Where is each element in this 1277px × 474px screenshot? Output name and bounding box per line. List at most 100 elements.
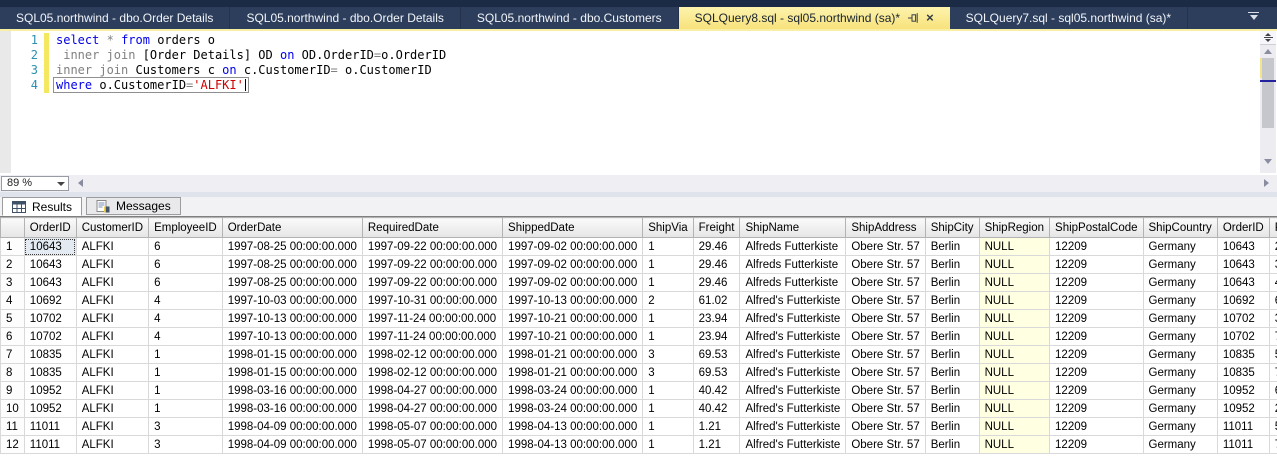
grid-cell[interactable]: Alfreds Futterkiste bbox=[739, 255, 847, 274]
grid-cell[interactable]: ALFKI bbox=[75, 417, 150, 436]
grid-cell[interactable]: Germany bbox=[1142, 309, 1218, 328]
column-header-orderid[interactable]: OrderID bbox=[1216, 217, 1270, 238]
document-tab-3[interactable]: SQLQuery8.sql - sql05.northwind (sa)* × bbox=[678, 7, 950, 29]
grid-cell[interactable]: 10692 bbox=[23, 291, 77, 310]
grid-cell[interactable]: ALFKI bbox=[75, 237, 150, 256]
column-header-shipvia[interactable]: ShipVia bbox=[642, 217, 694, 238]
grid-cell[interactable]: Germany bbox=[1142, 327, 1218, 346]
grid-cell[interactable]: Germany bbox=[1142, 417, 1218, 436]
grid-cell[interactable]: 1997-10-13 00:00:00.000 bbox=[502, 291, 644, 310]
grid-cell[interactable]: 23.94 bbox=[692, 327, 741, 346]
grid-cell[interactable]: Berlin bbox=[924, 327, 980, 346]
grid-cell[interactable]: 10952 bbox=[23, 399, 77, 418]
grid-cell[interactable]: 1998-04-13 00:00:00.000 bbox=[502, 417, 644, 436]
grid-cell[interactable]: 10643 bbox=[23, 237, 77, 256]
grid-cell[interactable]: Germany bbox=[1142, 363, 1218, 382]
grid-cell[interactable]: Alfred's Futterkiste bbox=[739, 381, 847, 400]
grid-cell[interactable]: 2 bbox=[1268, 399, 1277, 418]
column-header-employeeid[interactable]: EmployeeID bbox=[148, 217, 223, 238]
grid-cell[interactable]: 1998-01-21 00:00:00.000 bbox=[502, 345, 644, 364]
grid-cell[interactable]: 2 bbox=[1268, 237, 1277, 256]
grid-cell[interactable]: Alfred's Futterkiste bbox=[739, 309, 847, 328]
grid-cell[interactable]: 4 bbox=[148, 309, 223, 328]
document-tab-0[interactable]: SQL05.northwind - dbo.Order Details bbox=[0, 7, 231, 29]
grid-cell[interactable]: 11011 bbox=[1216, 435, 1270, 454]
grid-cell[interactable]: 1 bbox=[642, 381, 694, 400]
grid-cell[interactable]: 3 bbox=[148, 435, 223, 454]
grid-cell[interactable]: 1 bbox=[642, 255, 694, 274]
grid-cell[interactable]: 1997-08-25 00:00:00.000 bbox=[221, 237, 363, 256]
grid-cell[interactable]: 10702 bbox=[1216, 327, 1270, 346]
grid-cell[interactable]: 1 bbox=[148, 381, 223, 400]
grid-cell[interactable]: NULL bbox=[978, 237, 1051, 256]
row-header[interactable]: 6 bbox=[0, 327, 25, 346]
editor-horizontal-scrollbar[interactable]: 89 % bbox=[0, 175, 1277, 192]
grid-cell[interactable]: ALFKI bbox=[75, 309, 150, 328]
row-header[interactable]: 10 bbox=[0, 399, 25, 418]
grid-cell[interactable]: 1.21 bbox=[692, 435, 741, 454]
grid-corner-header[interactable] bbox=[0, 217, 25, 238]
row-header[interactable]: 5 bbox=[0, 309, 25, 328]
grid-cell[interactable]: 1998-02-12 00:00:00.000 bbox=[361, 363, 504, 382]
zoom-level-select[interactable]: 89 % bbox=[1, 176, 69, 191]
grid-cell[interactable]: NULL bbox=[978, 327, 1051, 346]
grid-cell[interactable]: 10692 bbox=[1216, 291, 1270, 310]
grid-cell[interactable]: NULL bbox=[978, 309, 1051, 328]
column-header-shippeddate[interactable]: ShippedDate bbox=[502, 217, 644, 238]
grid-cell[interactable]: 1998-04-13 00:00:00.000 bbox=[502, 435, 644, 454]
grid-cell[interactable]: 29.46 bbox=[692, 255, 741, 274]
grid-cell[interactable]: 1997-09-22 00:00:00.000 bbox=[361, 273, 504, 292]
grid-cell[interactable]: 1997-09-02 00:00:00.000 bbox=[502, 273, 644, 292]
row-header[interactable]: 8 bbox=[0, 363, 25, 382]
grid-cell[interactable]: Berlin bbox=[924, 417, 980, 436]
grid-cell[interactable]: ALFKI bbox=[75, 399, 150, 418]
grid-cell[interactable]: 6 bbox=[148, 237, 223, 256]
grid-cell[interactable]: 1998-03-16 00:00:00.000 bbox=[221, 399, 363, 418]
grid-cell[interactable]: 40.42 bbox=[692, 381, 741, 400]
grid-cell[interactable]: 1 bbox=[642, 399, 694, 418]
grid-cell[interactable]: 1998-03-24 00:00:00.000 bbox=[502, 399, 644, 418]
grid-cell[interactable]: 10835 bbox=[23, 363, 77, 382]
row-header[interactable]: 1 bbox=[0, 237, 25, 256]
grid-cell[interactable]: 10643 bbox=[23, 255, 77, 274]
grid-cell[interactable]: 1 bbox=[642, 237, 694, 256]
grid-cell[interactable]: Germany bbox=[1142, 237, 1218, 256]
grid-cell[interactable]: 69.53 bbox=[692, 363, 741, 382]
grid-cell[interactable]: 6 bbox=[148, 273, 223, 292]
tab-results[interactable]: Results bbox=[2, 197, 83, 216]
grid-cell[interactable]: 3 bbox=[148, 417, 223, 436]
document-tab-4[interactable]: SQLQuery7.sql - sql05.northwind (sa)* bbox=[950, 7, 1189, 29]
row-header[interactable]: 9 bbox=[0, 381, 25, 400]
grid-cell[interactable]: 1998-01-21 00:00:00.000 bbox=[502, 363, 644, 382]
grid-cell[interactable]: 1998-02-12 00:00:00.000 bbox=[361, 345, 504, 364]
row-header[interactable]: 7 bbox=[0, 345, 25, 364]
grid-cell[interactable]: 12209 bbox=[1049, 417, 1144, 436]
grid-cell[interactable]: 1998-04-27 00:00:00.000 bbox=[361, 399, 504, 418]
grid-cell[interactable]: Berlin bbox=[924, 273, 980, 292]
grid-cell[interactable]: 69.53 bbox=[692, 345, 741, 364]
grid-cell[interactable]: Alfred's Futterkiste bbox=[739, 399, 847, 418]
grid-cell[interactable]: 11011 bbox=[1216, 417, 1270, 436]
grid-cell[interactable]: ALFKI bbox=[75, 291, 150, 310]
grid-cell[interactable]: 1997-09-02 00:00:00.000 bbox=[502, 237, 644, 256]
document-tab-2[interactable]: SQL05.northwind - dbo.Customers bbox=[461, 7, 679, 29]
grid-cell[interactable]: Germany bbox=[1142, 273, 1218, 292]
row-header[interactable]: 2 bbox=[0, 255, 25, 274]
grid-cell[interactable]: Obere Str. 57 bbox=[845, 417, 926, 436]
grid-cell[interactable]: 40.42 bbox=[692, 399, 741, 418]
grid-cell[interactable]: 10643 bbox=[1216, 237, 1270, 256]
row-header[interactable]: 3 bbox=[0, 273, 25, 292]
grid-cell[interactable]: Obere Str. 57 bbox=[845, 399, 926, 418]
grid-cell[interactable]: 11011 bbox=[23, 417, 77, 436]
editor-split-handle[interactable] bbox=[1260, 31, 1276, 45]
grid-cell[interactable]: Berlin bbox=[924, 309, 980, 328]
grid-cell[interactable]: 3 bbox=[642, 363, 694, 382]
grid-cell[interactable]: 1 bbox=[148, 363, 223, 382]
grid-cell[interactable]: Obere Str. 57 bbox=[845, 327, 926, 346]
row-header[interactable]: 4 bbox=[0, 291, 25, 310]
column-header-customerid[interactable]: CustomerID bbox=[75, 217, 150, 238]
row-header[interactable]: 12 bbox=[0, 435, 25, 454]
grid-cell[interactable]: ALFKI bbox=[75, 327, 150, 346]
column-header-shippostalcode[interactable]: ShipPostalCode bbox=[1049, 217, 1144, 238]
grid-cell[interactable]: 10835 bbox=[1216, 363, 1270, 382]
